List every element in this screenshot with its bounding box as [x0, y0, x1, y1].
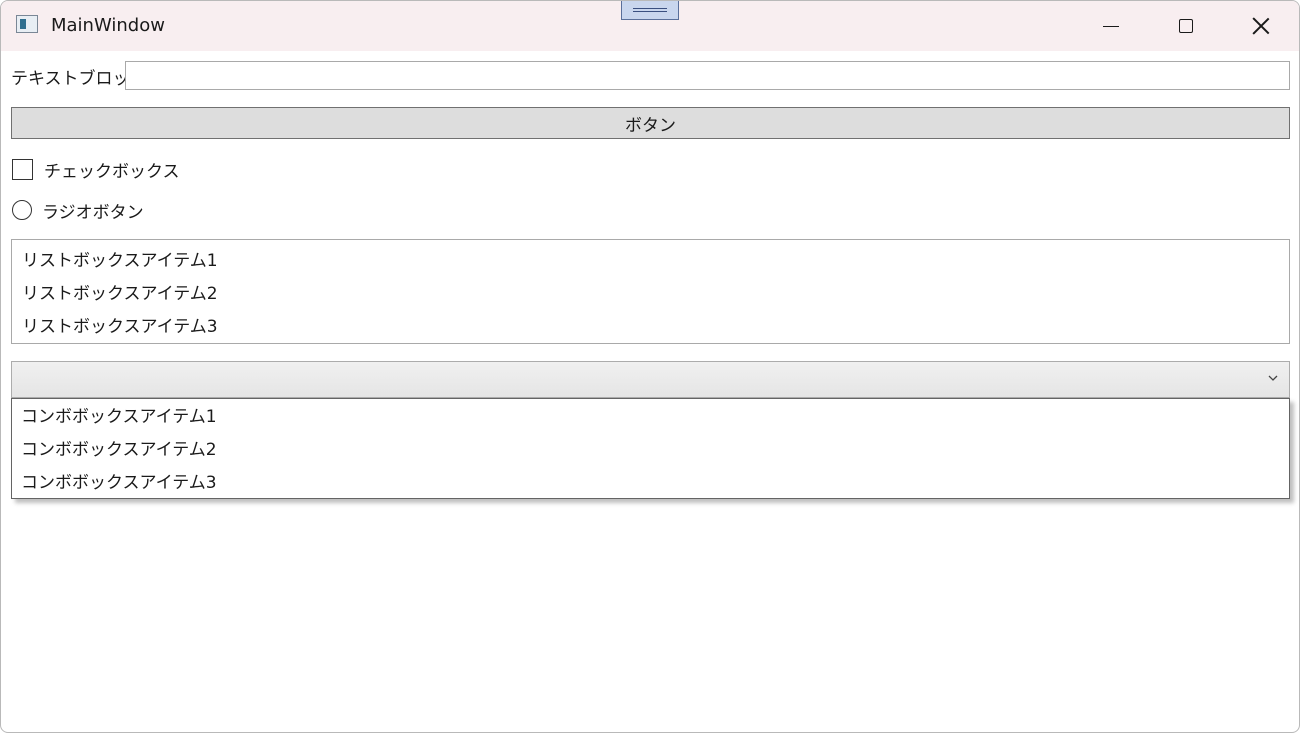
combobox-item[interactable]: コンボボックスアイテム2 — [12, 434, 1289, 467]
list-item[interactable]: リストボックスアイテム2 — [12, 278, 1289, 311]
listbox[interactable]: リストボックスアイテム1 リストボックスアイテム2 リストボックスアイテム3 — [11, 239, 1290, 344]
maximize-icon — [1178, 19, 1193, 33]
minimize-button[interactable] — [1073, 1, 1148, 51]
radio-circle[interactable] — [12, 200, 32, 220]
window-content: テキストブロック ボタン チェックボックス ラジオボタン リストボックスアイテム… — [1, 51, 1299, 732]
list-item[interactable]: リストボックスアイテム1 — [12, 245, 1289, 278]
checkbox-label: チェックボックス — [44, 161, 180, 182]
text-input[interactable] — [125, 61, 1290, 90]
window-title: MainWindow — [51, 15, 165, 36]
main-window: MainWindow テキストブロック ボタン チェックボックス ラジオボタン … — [0, 0, 1300, 733]
title-bar[interactable]: MainWindow — [1, 1, 1299, 51]
chevron-down-icon[interactable] — [1267, 371, 1279, 385]
checkbox[interactable]: チェックボックス — [12, 157, 180, 182]
combobox-dropdown: コンボボックスアイテム1 コンボボックスアイテム2 コンボボックスアイテム3 — [11, 398, 1290, 499]
radio-button[interactable]: ラジオボタン — [12, 198, 144, 223]
close-button[interactable] — [1223, 1, 1298, 51]
debug-toolbar-handle[interactable] — [621, 1, 679, 20]
combobox-item[interactable]: コンボボックスアイテム1 — [12, 401, 1289, 434]
checkbox-box[interactable] — [12, 158, 33, 180]
radio-label: ラジオボタン — [42, 202, 144, 223]
combobox-item[interactable]: コンボボックスアイテム3 — [12, 467, 1289, 500]
close-icon — [1252, 17, 1270, 35]
maximize-button[interactable] — [1148, 1, 1223, 51]
main-button[interactable]: ボタン — [11, 107, 1290, 139]
list-item[interactable]: リストボックスアイテム3 — [12, 311, 1289, 344]
app-window-icon — [16, 15, 38, 33]
main-button-label: ボタン — [625, 115, 676, 136]
minimize-icon — [1102, 25, 1119, 27]
combobox[interactable] — [11, 361, 1290, 398]
